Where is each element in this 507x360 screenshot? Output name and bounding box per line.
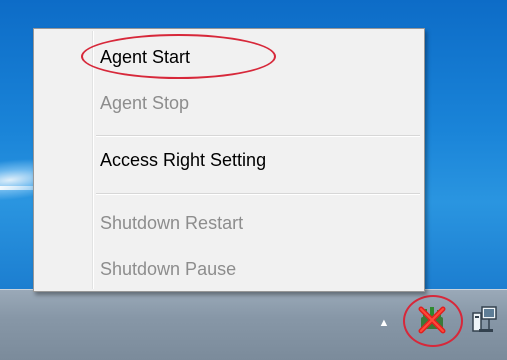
- show-hidden-icons-arrow-icon[interactable]: ▲: [377, 317, 391, 329]
- menu-item-access-right-setting[interactable]: Access Right Setting: [100, 144, 266, 176]
- tray-icon-highlight-circle: [403, 295, 463, 347]
- menu-separator: [96, 135, 420, 137]
- menu-separator: [96, 193, 420, 195]
- agent-start-highlight-ellipse: [81, 34, 276, 79]
- menu-item-shutdown-pause: Shutdown Pause: [100, 259, 237, 279]
- menu-item-shutdown-restart: Shutdown Restart: [100, 213, 244, 233]
- menu-icon-gutter: [92, 31, 94, 289]
- network-icon[interactable]: [470, 303, 500, 337]
- menu-item-agent-stop: Agent Stop: [100, 93, 190, 113]
- network-monitor-icon: [472, 306, 497, 332]
- tray-context-menu: Agent Start Agent Stop Access Right Sett…: [33, 28, 425, 292]
